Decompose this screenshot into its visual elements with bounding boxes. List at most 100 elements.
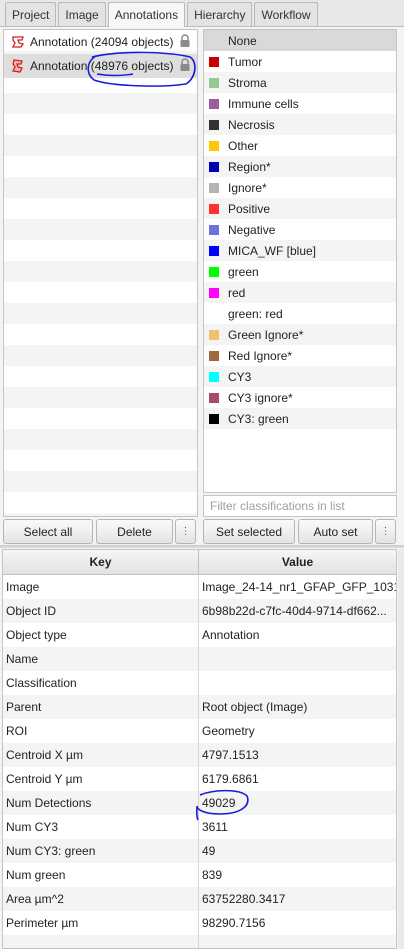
class-label: CY3: green [228, 411, 289, 426]
table-row[interactable]: Object type Annotation [3, 623, 396, 647]
class-item-mica-wf-blue[interactable]: MICA_WF [blue] [204, 240, 396, 261]
class-color-swatch [209, 309, 219, 319]
row-value: 6179.6861 [202, 772, 259, 786]
class-item-green[interactable]: green [204, 261, 396, 282]
annotation-more-button[interactable]: ⋮ [175, 519, 196, 544]
table-row[interactable]: Num CY3: green 49 [3, 839, 396, 863]
table-row[interactable]: Parent Root object (Image) [3, 695, 396, 719]
lock-icon [180, 58, 190, 71]
table-row[interactable]: ROI Geometry [3, 719, 396, 743]
class-item-region[interactable]: Region* [204, 156, 396, 177]
tab-project[interactable]: Project [5, 2, 57, 26]
class-label: Immune cells [228, 96, 299, 111]
class-item-necrosis[interactable]: Necrosis [204, 114, 396, 135]
table-row[interactable]: Centroid Y µm 6179.6861 [3, 767, 396, 791]
auto-set-button[interactable]: Auto set [298, 519, 373, 544]
class-color-swatch [209, 203, 219, 214]
class-item-stroma[interactable]: Stroma [204, 72, 396, 93]
class-item-red-ignore[interactable]: Red Ignore* [204, 345, 396, 366]
table-row[interactable]: Name [3, 647, 396, 671]
key-column-header[interactable]: Key [3, 550, 199, 574]
row-value [199, 647, 396, 671]
row-value: 49 [202, 844, 216, 858]
class-label: green [228, 264, 259, 279]
class-label: Other [228, 138, 259, 153]
table-row[interactable]: Num CY3 3611 [3, 815, 396, 839]
class-label: CY3 [228, 369, 252, 384]
row-key: Name [3, 647, 199, 671]
row-value: 49029 [202, 796, 236, 810]
class-label: Positive [228, 201, 271, 216]
class-color-swatch [209, 56, 219, 67]
class-color-swatch [209, 98, 219, 109]
class-color-swatch [209, 245, 219, 256]
class-item-tumor[interactable]: Tumor [204, 51, 396, 72]
class-item-red[interactable]: red [204, 282, 396, 303]
class-item-green-red[interactable]: green: red [204, 303, 396, 324]
class-color-swatch [209, 329, 219, 340]
filter-classifications-input[interactable]: Filter classifications in list [203, 495, 397, 517]
class-item-ignore[interactable]: Ignore* [204, 177, 396, 198]
class-label: red [228, 285, 246, 300]
annotation-list[interactable]: Annotation (24094 objects) Annotation (4… [3, 29, 198, 517]
row-key: Perimeter µm [3, 911, 199, 935]
class-item-green-ignore[interactable]: Green Ignore* [204, 324, 396, 345]
table-row[interactable]: Centroid X µm 4797.1513 [3, 743, 396, 767]
class-color-swatch [209, 371, 219, 382]
class-item-other[interactable]: Other [204, 135, 396, 156]
class-color-swatch [209, 413, 219, 424]
table-row[interactable]: Perimeter µm 98290.7156 [3, 911, 396, 935]
classification-list[interactable]: None Tumor Stroma Immune cells Necrosis … [203, 29, 397, 493]
table-row[interactable]: Object ID 6b98b22d-c7fc-40d4-9714-df662..… [3, 599, 396, 623]
class-item-cy3-green[interactable]: CY3: green [204, 408, 396, 429]
table-row[interactable]: Num green 839 [3, 863, 396, 887]
annotation-item[interactable]: Annotation (24094 objects) [4, 30, 197, 54]
row-key: Num Detections [3, 791, 199, 815]
class-label: None [228, 33, 257, 48]
table-scrollbar[interactable] [398, 549, 404, 949]
row-value: 63752280.3417 [202, 892, 286, 906]
table-row[interactable]: Num Detections 49029 [3, 791, 396, 815]
row-value: 98290.7156 [202, 916, 266, 930]
annotation-shape-icon [11, 36, 25, 48]
row-value: 6b98b22d-c7fc-40d4-9714-df662... [202, 604, 387, 618]
class-item-cy3-ignore[interactable]: CY3 ignore* [204, 387, 396, 408]
row-key: Parent [3, 695, 199, 719]
annotation-item-selected[interactable]: Annotation (48976 objects) [4, 54, 197, 78]
value-column-header[interactable]: Value [199, 550, 396, 574]
row-key: Object type [3, 623, 199, 647]
table-row[interactable]: Classification [3, 671, 396, 695]
class-more-button[interactable]: ⋮ [375, 519, 396, 544]
set-selected-button[interactable]: Set selected [203, 519, 295, 544]
row-key: ROI [3, 719, 199, 743]
class-item-cy3[interactable]: CY3 [204, 366, 396, 387]
class-item-positive[interactable]: Positive [204, 198, 396, 219]
class-color-swatch [209, 266, 219, 277]
tab-hierarchy[interactable]: Hierarchy [187, 2, 253, 26]
tab-workflow[interactable]: Workflow [254, 2, 318, 26]
split-pane-divider[interactable] [0, 545, 404, 548]
class-label: CY3 ignore* [228, 390, 293, 405]
row-value: Image_24-14_nr1_GFAP_GFP_1031... [202, 580, 396, 594]
table-row[interactable]: Area µm^2 63752280.3417 [3, 887, 396, 911]
tab-annotations[interactable]: Annotations [107, 2, 186, 27]
class-item-immune-cells[interactable]: Immune cells [204, 93, 396, 114]
class-item-none[interactable]: None [204, 30, 396, 51]
table-row[interactable] [3, 935, 396, 948]
row-value: Root object (Image) [202, 700, 308, 714]
class-label: Stroma [228, 75, 267, 90]
class-color-swatch [209, 119, 219, 130]
annotation-shape-icon [12, 59, 23, 73]
tab-image[interactable]: Image [58, 2, 106, 26]
class-item-negative[interactable]: Negative [204, 219, 396, 240]
select-all-button[interactable]: Select all [3, 519, 93, 544]
table-row[interactable]: Image Image_24-14_nr1_GFAP_GFP_1031... [3, 575, 396, 599]
row-value [199, 935, 396, 948]
class-label: green: red [228, 306, 283, 321]
class-label: Negative [228, 222, 276, 237]
measurement-table[interactable]: Key Value Image Image_24-14_nr1_GFAP_GFP_… [2, 549, 397, 949]
row-value [199, 671, 396, 695]
annotation-name: Annotation [30, 35, 88, 49]
delete-button[interactable]: Delete [96, 519, 173, 544]
class-color-swatch [209, 36, 219, 46]
